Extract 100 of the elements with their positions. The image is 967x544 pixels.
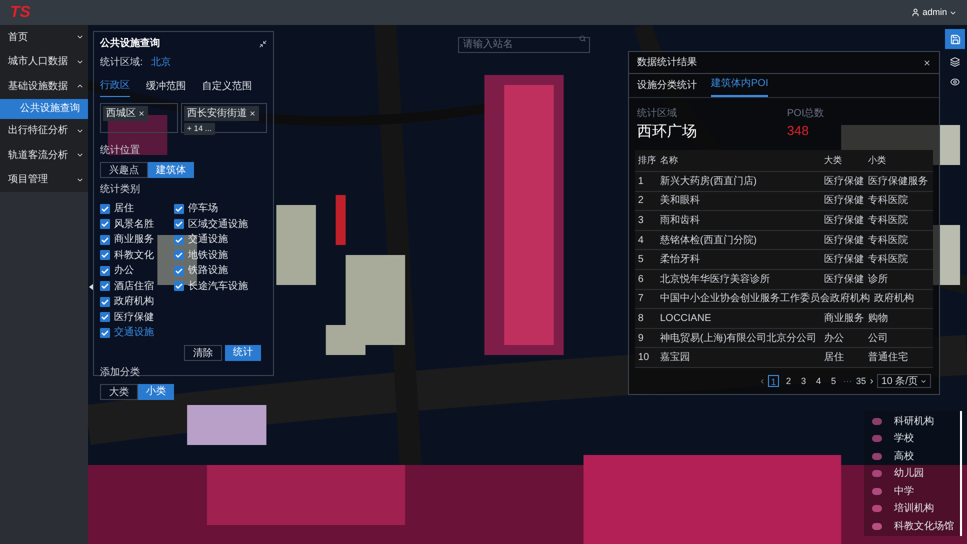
section-label: 统计类别	[100, 182, 141, 197]
legend-label: 科教文化场馆	[894, 520, 954, 534]
tab[interactable]: 建筑体内POI	[711, 76, 768, 97]
previous-page-button[interactable]: ‹	[760, 374, 764, 389]
tab[interactable]: 自定义范围	[202, 78, 252, 97]
clear-button[interactable]: 清除	[184, 344, 222, 360]
submit-button[interactable]: 统计	[225, 344, 261, 360]
table-cell-text: 办公	[824, 332, 845, 346]
checkbox-label: 交通设施	[114, 326, 154, 340]
page-button[interactable]: 1	[768, 375, 779, 388]
checkbox-label: 办公	[114, 264, 134, 278]
table-cell-text: 医疗保健	[824, 214, 865, 228]
page-button[interactable]: 4	[812, 375, 824, 388]
table-cell-text: 10	[638, 351, 650, 366]
table-cell-text: 8	[638, 312, 645, 326]
table-cell-text: 商业服务	[824, 312, 865, 326]
table-cell-text: 医疗保健	[824, 174, 865, 189]
area-value: 西环广场	[637, 122, 698, 142]
table-cell-text: 居住	[824, 351, 845, 366]
segment-option[interactable]: 小类	[138, 384, 174, 400]
table-cell-text: 普通住宅	[868, 350, 909, 366]
table-cell-text: 北京悦年华医疗美容诊所	[660, 272, 771, 287]
user-menu[interactable]: admin	[911, 6, 957, 20]
page-ellipsis: ···	[842, 374, 852, 388]
search-field[interactable]: 请输入站名	[458, 36, 590, 52]
table-cell-text: 公司	[868, 332, 889, 346]
checkbox-label: 政府机构	[114, 294, 154, 310]
table-cell-text: 嘉宝园	[660, 350, 691, 366]
segment-option[interactable]: 建筑体	[148, 162, 194, 178]
tab[interactable]: 设施分类统计	[637, 78, 697, 97]
table-cell-text: 7	[638, 292, 645, 306]
checkbox-label: 停车场	[188, 202, 218, 216]
checkbox-label: 酒店住宿	[114, 280, 154, 294]
tag: 西城区	[103, 106, 148, 121]
table-cell-text: 6	[638, 272, 645, 287]
count-value: 348	[787, 122, 810, 140]
table-cell-text: 中国中小企业协会创业服务工作委员会	[660, 292, 830, 306]
checkbox-label: 医疗保健	[114, 310, 154, 325]
column-header: 排序	[638, 154, 657, 167]
menu-item[interactable]: 出行特征分析	[0, 118, 88, 143]
table-cell-text: 医疗保健	[824, 194, 865, 208]
next-page-button[interactable]: ›	[870, 374, 874, 389]
section-label: 统计位置	[100, 144, 141, 158]
table-cell-text: 神电贸易(上海)有限公司北京分公司	[660, 332, 818, 346]
table-cell-text: 2	[638, 194, 645, 208]
region-value: 北京	[150, 56, 171, 70]
area-label: 统计区域	[637, 106, 678, 121]
table-cell-text: 政府机构	[874, 292, 915, 306]
table-cell-text: 柔怡牙科	[660, 252, 701, 268]
table-cell-text: 医疗保健	[824, 234, 865, 248]
checkbox-label: 长途汽车设施	[188, 280, 248, 294]
panel-title: 公共设施查询	[100, 36, 160, 51]
menu-item[interactable]: 项目管理	[0, 168, 88, 192]
table-cell-text: 5	[638, 253, 645, 268]
page-button[interactable]: 2	[782, 375, 794, 388]
street-select[interactable]: 西长安街街道 + 14 ...	[181, 103, 267, 133]
column-header: 大类	[824, 154, 843, 167]
table-cell-text: 雨和齿科	[660, 214, 701, 228]
region-label: 统计区域:	[100, 56, 143, 70]
table-cell-text: LOCCIANE	[660, 312, 712, 326]
menu-item[interactable]: 基础设施数据	[0, 74, 88, 98]
tab[interactable]: 缓冲范围	[146, 78, 186, 97]
table-cell-text: 1	[638, 174, 645, 189]
checkbox-label: 商业服务	[114, 232, 154, 248]
legend-label: 幼儿园	[894, 466, 924, 481]
column-header: 小类	[868, 154, 887, 167]
page-button[interactable]: 5	[828, 375, 839, 388]
tab[interactable]: 行政区	[100, 78, 130, 97]
menu-item[interactable]: 城市人口数据	[0, 50, 88, 74]
table-cell-text: 慈铭体检(西直门分院)	[660, 234, 758, 248]
table-cell-text: 医疗保健	[824, 272, 865, 287]
page-button[interactable]: 3	[798, 375, 809, 388]
submenu-item[interactable]: 公共设施查询	[0, 98, 88, 118]
segment-option[interactable]: 大类	[100, 384, 138, 400]
table-cell-text: 专科医院	[868, 252, 909, 268]
count-label: POI总数	[787, 106, 824, 121]
menu-item[interactable]: 首页	[0, 25, 88, 50]
panel-title: 数据统计结果	[637, 56, 697, 70]
table-cell-text: 4	[638, 234, 645, 248]
district-select[interactable]: 西城区	[100, 103, 178, 133]
section-label: 添加分类	[100, 366, 141, 380]
legend-label: 高校	[894, 450, 914, 464]
table-cell-text: 美和眼科	[660, 194, 701, 208]
table-cell-text: 医疗保健	[824, 252, 865, 268]
checkbox-label: 区域交通设施	[188, 218, 248, 232]
table-cell-text: 9	[638, 332, 645, 346]
table-cell-text: 诊所	[868, 272, 889, 287]
checkbox-label: 风景名胜	[114, 218, 154, 232]
menu-item[interactable]: 轨道客流分析	[0, 143, 88, 168]
legend-label: 培训机构	[894, 502, 934, 516]
page-button[interactable]: 35	[856, 374, 866, 388]
tag: 西长安街街道	[184, 106, 259, 121]
column-header: 名称	[660, 154, 679, 167]
segment-option[interactable]: 兴趣点	[100, 162, 148, 178]
table-cell-text: 购物	[868, 312, 889, 326]
checkbox-label: 科教文化	[114, 248, 154, 263]
page-size-select[interactable]: 10 条/页	[877, 374, 931, 388]
logo: TS	[10, 2, 30, 22]
table-cell-text: 专科医院	[868, 194, 909, 208]
table-cell-text: 新兴大药房(西直门店)	[660, 174, 758, 189]
